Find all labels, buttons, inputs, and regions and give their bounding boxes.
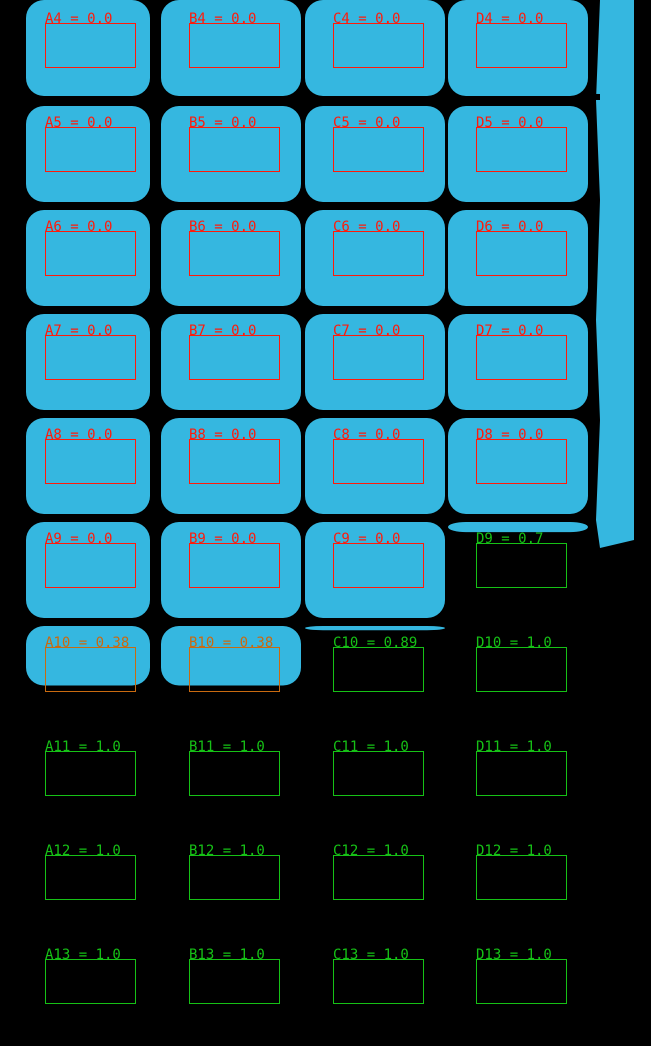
well-box-c4 — [333, 23, 424, 68]
well-box-c7 — [333, 335, 424, 380]
well-box-a7 — [45, 335, 136, 380]
well-box-a5 — [45, 127, 136, 172]
well-box-b9 — [189, 543, 280, 588]
well-box-a9 — [45, 543, 136, 588]
well-box-a12 — [45, 855, 136, 900]
well-box-d9 — [476, 543, 567, 588]
well-box-b11 — [189, 751, 280, 796]
well-box-d4 — [476, 23, 567, 68]
well-box-b13 — [189, 959, 280, 1004]
well-box-b12 — [189, 855, 280, 900]
well-box-c11 — [333, 751, 424, 796]
well-box-d5 — [476, 127, 567, 172]
well-box-c6 — [333, 231, 424, 276]
well-box-a6 — [45, 231, 136, 276]
well-box-c13 — [333, 959, 424, 1004]
well-box-a4 — [45, 23, 136, 68]
well-box-a10 — [45, 647, 136, 692]
well-box-d12 — [476, 855, 567, 900]
well-box-b8 — [189, 439, 280, 484]
tray-edge — [596, 0, 634, 548]
well-box-b5 — [189, 127, 280, 172]
well-box-c12 — [333, 855, 424, 900]
well-box-b6 — [189, 231, 280, 276]
well-box-d11 — [476, 751, 567, 796]
well-box-d7 — [476, 335, 567, 380]
well-box-c5 — [333, 127, 424, 172]
well-box-d6 — [476, 231, 567, 276]
well-box-c10 — [333, 647, 424, 692]
well-box-b7 — [189, 335, 280, 380]
well-box-b4 — [189, 23, 280, 68]
plate-image: A4 = 0.0 B4 = 0.0 C4 = 0.0 D4 = 0.0 A5 = 0.0… — [0, 0, 651, 1046]
well-box-b10 — [189, 647, 280, 692]
well-box-a8 — [45, 439, 136, 484]
liquid-blob-c10 — [305, 626, 445, 631]
well-box-a13 — [45, 959, 136, 1004]
well-box-d8 — [476, 439, 567, 484]
well-box-c9 — [333, 543, 424, 588]
well-box-a11 — [45, 751, 136, 796]
well-box-d13 — [476, 959, 567, 1004]
well-box-c8 — [333, 439, 424, 484]
well-box-d10 — [476, 647, 567, 692]
